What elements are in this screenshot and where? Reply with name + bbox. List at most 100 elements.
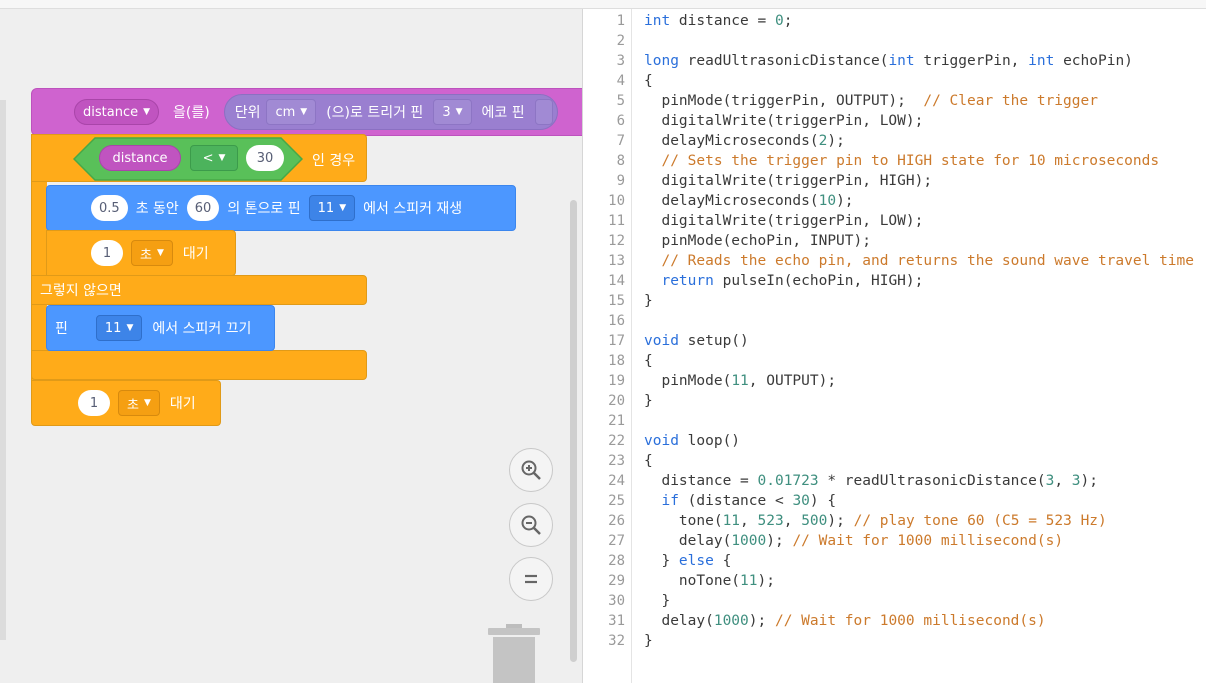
line-number: 25 — [608, 493, 625, 509]
chevron-down-icon: ▼ — [300, 107, 308, 117]
zoom-in-button[interactable] — [509, 448, 553, 492]
unit-dropdown[interactable]: cm ▼ — [266, 99, 317, 125]
line-number: 13 — [608, 253, 625, 269]
line-number: 8 — [616, 153, 625, 169]
line-number: 14 — [608, 273, 625, 289]
line-number: 20 — [608, 393, 625, 409]
zoom-in-icon — [521, 460, 541, 480]
code-line[interactable]: delayMicroseconds(2); — [644, 133, 844, 149]
wait-inner-unit: 초 — [140, 247, 152, 263]
code-line[interactable]: long readUltrasonicDistance(int triggerP… — [644, 53, 1133, 69]
code-line[interactable]: distance = 0.01723 * readUltrasonicDista… — [644, 473, 1098, 489]
echo-pin-dropdown[interactable] — [534, 99, 553, 125]
if-label: 인 경우 — [312, 153, 356, 169]
line-number: 23 — [608, 453, 625, 469]
condition-variable[interactable]: distance — [99, 145, 181, 171]
if-else-divider: 그렇지 않으면 — [31, 275, 367, 305]
compare-value-input[interactable]: 30 — [246, 145, 284, 171]
code-line[interactable]: if (distance < 30) { — [644, 493, 836, 509]
code-line[interactable]: digitalWrite(triggerPin, HIGH); — [644, 173, 932, 189]
line-number: 9 — [616, 173, 625, 189]
zoom-out-icon — [521, 515, 541, 535]
wait-outer-input[interactable]: 1 — [78, 390, 110, 416]
duration-input[interactable]: 0.5 — [91, 195, 128, 221]
play-tone-block[interactable]: 0.5 초 동안 60 의 톤으로 핀 11 ▼ 에서 스피커 재생 — [46, 185, 516, 231]
wait-outer-unit-dropdown[interactable]: 초 ▼ — [118, 390, 160, 416]
line-number: 2 — [616, 33, 625, 49]
code-line[interactable]: { — [644, 73, 653, 89]
zoom-out-button[interactable] — [509, 503, 553, 547]
line-number: 29 — [608, 573, 625, 589]
code-line[interactable]: delayMicroseconds(10); — [644, 193, 853, 209]
speaker-pin-value: 11 — [317, 200, 335, 216]
if-else-bottom — [31, 350, 367, 380]
code-line[interactable]: digitalWrite(triggerPin, LOW); — [644, 213, 923, 229]
line-number: 5 — [616, 93, 625, 109]
line-number: 27 — [608, 533, 625, 549]
code-line[interactable]: digitalWrite(triggerPin, LOW); — [644, 113, 923, 129]
speaker-pin-dropdown[interactable]: 11 ▼ — [308, 195, 356, 221]
code-line[interactable]: void setup() — [644, 333, 749, 349]
ultrasonic-reporter[interactable]: 단위 cm ▼ (으)로 트리거 핀 3 ▼ 에코 핀 — [223, 94, 558, 130]
wait-inner-input[interactable]: 1 — [91, 240, 123, 266]
code-line[interactable]: { — [644, 353, 653, 369]
line-number: 26 — [608, 513, 625, 529]
line-number-gutter: 1 2 3 4 5 6 7 8 9 10 11 12 13 14 15 16 17 18 19 20 21 22 23 24 2… — [583, 9, 632, 683]
code-line[interactable]: int distance = 0; — [644, 13, 792, 29]
set-variable-block[interactable]: distance ▼ 을(를) 단위 cm ▼ (으)로 트리거 핀 3 ▼ 에코 핀 — [31, 88, 582, 136]
duration-value: 0.5 — [99, 200, 120, 216]
code-line[interactable]: } — [644, 593, 670, 609]
line-number: 19 — [608, 373, 625, 389]
block-workspace[interactable]: distance ▼ 을(를) 단위 cm ▼ (으)로 트리거 핀 3 ▼ 에코 핀… — [0, 0, 582, 683]
chevron-down-icon: ▼ — [143, 107, 151, 117]
echo-label: 에코 핀 — [481, 105, 525, 121]
code-line[interactable]: delay(1000); // Wait for 1000 millisecon… — [644, 533, 1063, 549]
trigger-pin-dropdown[interactable]: 3 ▼ — [433, 99, 472, 125]
variable-dropdown[interactable]: distance ▼ — [74, 99, 160, 125]
zoom-reset-button[interactable] — [509, 557, 553, 601]
palette-edge — [0, 100, 6, 640]
code-line[interactable]: delay(1000); // Wait for 1000 millisecon… — [644, 613, 1045, 629]
code-line[interactable]: void loop() — [644, 433, 740, 449]
code-line[interactable]: } else { — [644, 553, 731, 569]
top-bar — [0, 0, 1206, 9]
line-number: 28 — [608, 553, 625, 569]
stop-pin-label: 핀 — [55, 321, 68, 337]
trigger-pin-value: 3 — [442, 104, 451, 120]
stop-pin-dropdown[interactable]: 11 ▼ — [95, 315, 143, 341]
code-line[interactable]: // Reads the echo pin, and returns the s… — [644, 253, 1194, 269]
code-line[interactable]: return pulseIn(echoPin, HIGH); — [644, 273, 923, 289]
wait-inner-block[interactable]: 1 초 ▼ 대기 — [46, 230, 236, 276]
operator-dropdown[interactable]: < ▼ — [190, 145, 238, 171]
workspace-scrollbar[interactable] — [570, 200, 577, 662]
zoom-reset-icon — [525, 574, 537, 584]
code-line[interactable]: } — [644, 393, 653, 409]
code-line[interactable]: tone(11, 523, 500); // play tone 60 (C5 … — [644, 513, 1107, 529]
code-line[interactable]: pinMode(11, OUTPUT); — [644, 373, 836, 389]
set-label: 을(를) — [173, 105, 210, 121]
code-line[interactable]: { — [644, 453, 653, 469]
code-line[interactable]: noTone(11); — [644, 573, 775, 589]
trash-icon[interactable] — [486, 622, 542, 683]
wait-outer-block[interactable]: 1 초 ▼ 대기 — [31, 380, 221, 426]
wait-inner-label: 대기 — [182, 246, 209, 262]
note-input[interactable]: 60 — [186, 195, 220, 221]
code-line[interactable]: pinMode(echoPin, INPUT); — [644, 233, 871, 249]
chevron-down-icon: ▼ — [339, 203, 347, 213]
compare-value: 30 — [256, 150, 274, 166]
line-number: 6 — [616, 113, 625, 129]
code-editor[interactable]: 1 2 3 4 5 6 7 8 9 10 11 12 13 14 15 16 17 18 19 20 21 22 23 24 2… — [582, 9, 1206, 683]
stop-tone-block[interactable]: 핀 11 ▼ 에서 스피커 끄기 — [46, 305, 275, 351]
tone-label: 의 톤으로 핀 — [227, 201, 301, 217]
unit-label: 단위 — [234, 105, 261, 121]
wait-inner-unit-dropdown[interactable]: 초 ▼ — [131, 240, 173, 266]
chevron-down-icon: ▼ — [455, 107, 463, 117]
line-number: 32 — [608, 633, 625, 649]
line-number: 22 — [608, 433, 625, 449]
code-line[interactable]: } — [644, 633, 653, 649]
code-line[interactable]: // Sets the trigger pin to HIGH state fo… — [644, 153, 1159, 169]
code-line[interactable]: } — [644, 293, 653, 309]
play-label: 에서 스피커 재생 — [363, 201, 463, 217]
chevron-down-icon: ▼ — [143, 398, 151, 408]
code-line[interactable]: pinMode(triggerPin, OUTPUT); // Clear th… — [644, 93, 1098, 109]
